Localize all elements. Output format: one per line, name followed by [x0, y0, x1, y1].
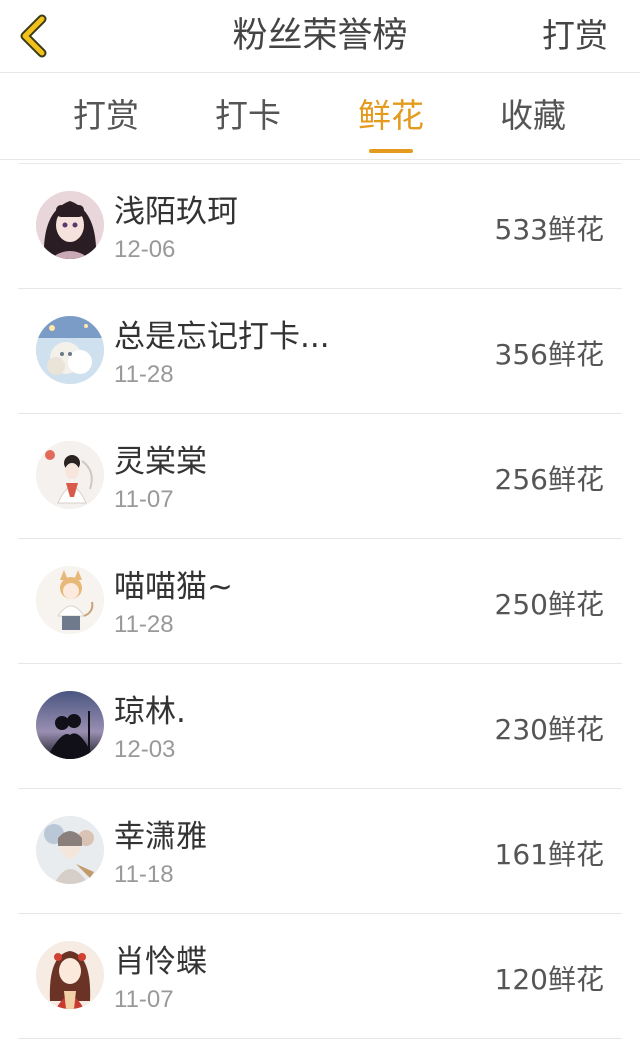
flower-count: 230鲜花	[494, 713, 604, 746]
fan-date: 12-03	[114, 736, 176, 763]
chevron-left-icon	[20, 14, 47, 58]
flower-count: 256鲜花	[494, 463, 604, 496]
list-item[interactable]: 总是忘记打卡... 11-28 356鲜花	[18, 289, 622, 414]
fan-date: 11-07	[114, 486, 174, 513]
list-item[interactable]: 灵棠棠 11-07 256鲜花	[18, 414, 622, 539]
tab-favorites[interactable]: 收藏	[473, 73, 593, 159]
avatar	[36, 441, 104, 509]
flower-count: 533鲜花	[494, 213, 604, 246]
fan-name: 幸潇雅	[114, 819, 207, 855]
fan-name: 喵喵猫~	[114, 569, 233, 605]
tab-reward[interactable]: 打赏	[46, 73, 166, 159]
avatar	[36, 691, 104, 759]
list-item[interactable]: 肖怜蝶 11-07 120鲜花	[18, 914, 622, 1039]
fan-date: 11-28	[114, 361, 174, 388]
fan-ranking-list: 浅陌玖珂 12-06 533鲜花 总是忘记打卡... 11-28 356鲜花 灵…	[18, 163, 622, 1039]
avatar	[36, 816, 104, 884]
fan-date: 11-28	[114, 611, 174, 638]
reward-button[interactable]: 打赏	[542, 0, 608, 72]
flower-count: 250鲜花	[494, 588, 604, 621]
avatar	[36, 316, 104, 384]
back-button[interactable]	[10, 12, 58, 60]
flower-count: 356鲜花	[494, 338, 604, 371]
fan-name: 肖怜蝶	[114, 944, 207, 980]
avatar	[36, 941, 104, 1009]
top-bar: 粉丝荣誉榜 打赏	[0, 0, 640, 73]
fan-date: 11-07	[114, 986, 174, 1013]
avatar	[36, 191, 104, 259]
list-item[interactable]: 喵喵猫~ 11-28 250鲜花	[18, 539, 622, 664]
flower-count: 161鲜花	[494, 838, 604, 871]
fan-date: 12-06	[114, 236, 176, 263]
fan-name: 浅陌玖珂	[114, 194, 238, 230]
tab-checkin[interactable]: 打卡	[188, 73, 308, 159]
tab-flowers[interactable]: 鲜花	[331, 73, 451, 159]
fan-name: 灵棠棠	[114, 444, 207, 480]
avatar	[36, 566, 104, 634]
list-item[interactable]: 幸潇雅 11-18 161鲜花	[18, 789, 622, 914]
fan-name: 琼林.	[114, 694, 186, 730]
list-item[interactable]: 浅陌玖珂 12-06 533鲜花	[18, 164, 622, 289]
flower-count: 120鲜花	[494, 963, 604, 996]
fan-date: 11-18	[114, 861, 174, 888]
list-item[interactable]: 琼林. 12-03 230鲜花	[18, 664, 622, 789]
fan-name: 总是忘记打卡...	[114, 319, 330, 355]
tab-bar: 打赏 打卡 鲜花 收藏	[0, 73, 640, 160]
